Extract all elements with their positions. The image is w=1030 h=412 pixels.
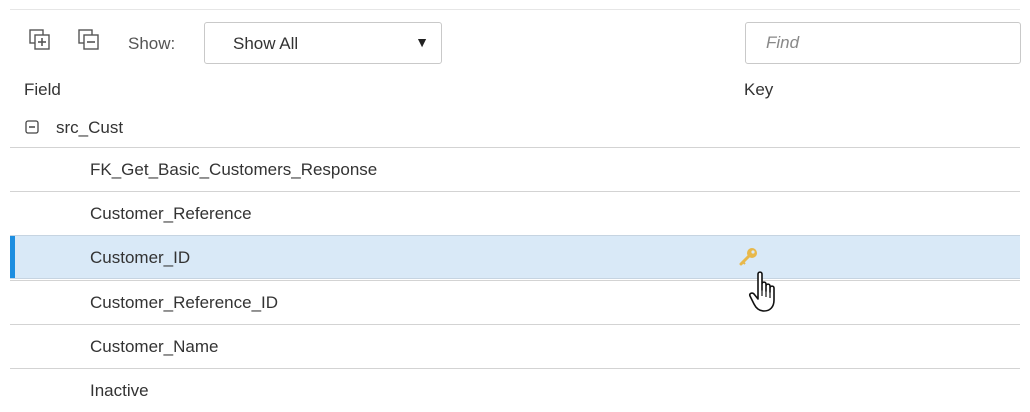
expand-all-icon[interactable] — [29, 29, 51, 51]
field-name: Customer_Name — [90, 337, 219, 356]
group-label: src_Cust — [56, 118, 124, 137]
show-filter-select[interactable]: Show All ▼ — [204, 22, 442, 64]
field-name: Inactive — [90, 381, 149, 400]
field-row[interactable]: FK_Get_Basic_Customers_Response — [10, 147, 1020, 191]
find-input[interactable] — [745, 22, 1021, 64]
field-name: Customer_Reference — [90, 204, 252, 223]
toolbar: Show: Show All ▼ — [0, 0, 1030, 80]
column-header-key[interactable]: Key — [744, 80, 773, 100]
dropdown-arrow-icon: ▼ — [415, 34, 429, 50]
column-header-field[interactable]: Field — [24, 80, 61, 100]
field-row[interactable]: Inactive — [10, 368, 1020, 412]
field-row[interactable]: Customer_Reference_ID — [10, 280, 1020, 324]
field-name: FK_Get_Basic_Customers_Response — [90, 160, 378, 179]
collapse-icon[interactable] — [24, 119, 40, 135]
selection-indicator — [10, 236, 15, 278]
key-icon[interactable] — [737, 246, 759, 268]
field-row-selected[interactable]: Customer_ID — [10, 235, 1020, 279]
field-name: Customer_Reference_ID — [90, 293, 279, 312]
show-label: Show: — [128, 34, 176, 53]
collapse-all-icon[interactable] — [78, 29, 100, 51]
field-row[interactable]: Customer_Reference — [10, 191, 1020, 235]
group-row-src-cust[interactable]: src_Cust — [10, 112, 1020, 146]
show-filter-value: Show All — [233, 34, 299, 53]
field-name: Customer_ID — [90, 248, 191, 267]
field-row[interactable]: Customer_Name — [10, 324, 1020, 368]
